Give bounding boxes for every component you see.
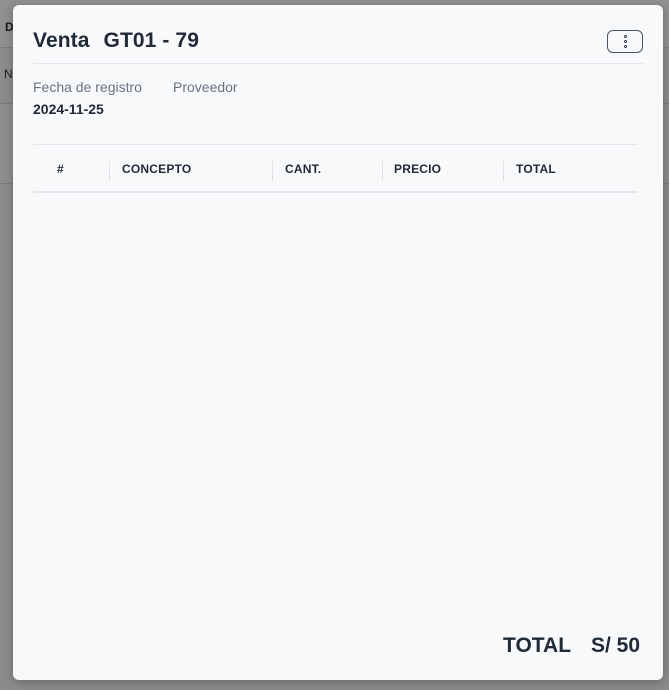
total-label: TOTAL (503, 634, 572, 657)
fecha-registro-label: Fecha de registro (33, 79, 142, 95)
column-separator (109, 161, 110, 181)
title-prefix: Venta (33, 29, 90, 52)
table-header-row: # CONCEPTO CANT. PRECIO TOTAL (33, 145, 637, 193)
title-code: GT01 - 79 (103, 29, 199, 52)
column-header-cantidad: CANT. (285, 162, 322, 176)
options-menu-button[interactable] (607, 30, 643, 53)
header-divider (33, 63, 643, 64)
column-separator (382, 161, 383, 181)
column-header-total: TOTAL (516, 162, 556, 176)
total-value: S/ 50 (591, 634, 641, 657)
column-header-precio: PRECIO (394, 162, 442, 176)
background-row-text: N (4, 67, 13, 81)
column-separator (272, 161, 273, 181)
proveedor-label: Proveedor (173, 79, 238, 95)
sale-detail-modal: Venta GT01 - 79 Fecha de registro Proveed… (13, 5, 663, 680)
column-header-concepto: CONCEPTO (122, 162, 192, 176)
modal-title: Venta GT01 - 79 (33, 29, 199, 53)
items-table: # CONCEPTO CANT. PRECIO TOTAL (33, 144, 637, 193)
column-header-number: # (57, 162, 64, 176)
column-separator (503, 161, 504, 181)
kebab-menu-icon (623, 35, 627, 48)
fecha-registro-value: 2024-11-25 (33, 101, 104, 117)
